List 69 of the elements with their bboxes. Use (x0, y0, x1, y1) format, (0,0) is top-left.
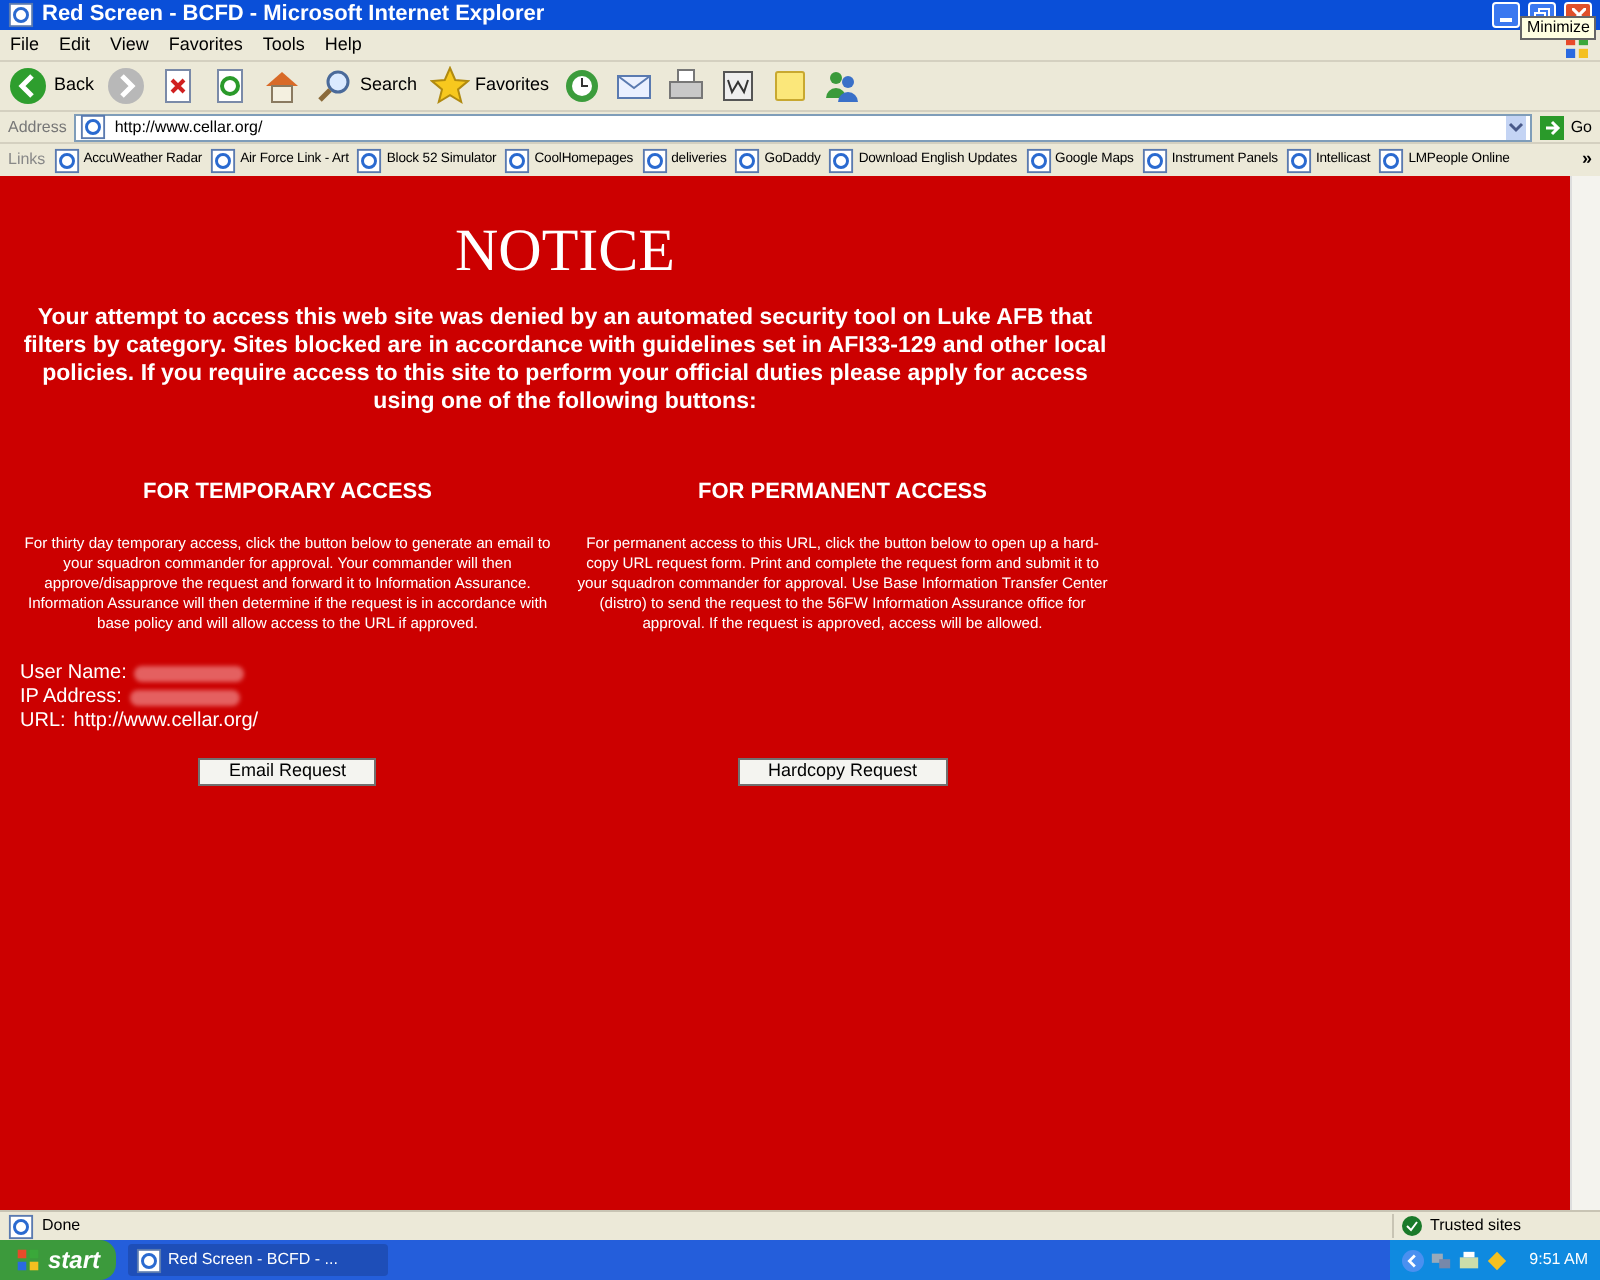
address-label: Address (8, 115, 67, 139)
start-button[interactable]: start (0, 1240, 117, 1280)
windows-logo-icon (1566, 36, 1588, 58)
windows-logo-icon (16, 1248, 40, 1272)
clock-icon (561, 66, 602, 106)
page-icon (1378, 147, 1405, 173)
back-button[interactable]: Back (8, 66, 95, 106)
page-icon (210, 147, 237, 173)
scrollbar[interactable] (1570, 176, 1600, 1210)
page-icon (641, 147, 668, 173)
links-label: Links (8, 148, 46, 172)
page-icon (136, 1247, 163, 1273)
menu-item[interactable]: Tools (252, 31, 315, 59)
info-label: URL: (20, 709, 66, 733)
home-button[interactable] (262, 66, 303, 106)
page-icon (504, 147, 531, 173)
document-icon (717, 66, 758, 106)
zone-text: Trusted sites (1430, 1214, 1521, 1238)
page-icon (1025, 147, 1052, 173)
star-icon (429, 66, 470, 106)
tooltip: Minimize (1520, 16, 1596, 40)
note-icon (769, 66, 810, 106)
minimize-button[interactable] (1492, 2, 1520, 28)
request-button[interactable]: Hardcopy Request (737, 757, 948, 785)
clock: 9:51 AM (1529, 1248, 1588, 1272)
menu-item[interactable]: File (0, 31, 50, 59)
window-title: Red Screen - BCFD - Microsoft Internet Explorer (42, 4, 547, 26)
search-button[interactable]: Search (314, 66, 418, 106)
arrow-icon (1540, 115, 1565, 139)
search-icon (314, 66, 355, 106)
messenger-button[interactable] (821, 66, 862, 106)
notice-text: Your attempt to access this web site was denied by an automated security tool on Luke AFB that filters by category. Sites blocked are in accordance with guidelines set in AFI33-129 and other local policies. If you require access to this site to perform your official duties please apply for access using one of the following buttons: (21, 304, 1109, 416)
status-text: Done (42, 1214, 83, 1238)
menu-item[interactable]: View (100, 31, 159, 59)
address-field[interactable]: http://www.cellar.org/ (74, 113, 1533, 141)
house-icon (262, 66, 303, 106)
section-heading: FOR TEMPORARY ACCESS (143, 478, 432, 508)
go-button[interactable]: Go (1540, 115, 1592, 139)
menu-item[interactable]: Favorites (158, 31, 253, 59)
more-links[interactable]: » (1581, 146, 1592, 174)
page-icon (828, 147, 855, 173)
minimize-icon (1500, 18, 1512, 22)
info-value: http://www.cellar.org/ (73, 709, 259, 733)
notice-heading: NOTICE (453, 216, 677, 288)
page-icon (1141, 147, 1168, 173)
section-heading: FOR PERMANENT ACCESS (698, 478, 987, 508)
page-icon (80, 114, 107, 140)
request-button[interactable]: Email Request (198, 757, 377, 785)
page-icon (1285, 147, 1312, 173)
favorites-button[interactable]: Favorites (429, 66, 550, 106)
dropdown-icon (1506, 115, 1527, 139)
chevron-icon (1401, 1249, 1424, 1271)
blurred-value (129, 689, 240, 705)
people-icon (821, 66, 862, 106)
menu-item[interactable]: Help (314, 31, 372, 59)
blurred-value (134, 665, 245, 681)
menu-item[interactable]: Edit (49, 31, 101, 59)
page-icon (8, 1213, 34, 1239)
page-icon (356, 147, 383, 173)
info-label: IP Address: (20, 685, 122, 709)
edit-button[interactable] (717, 66, 758, 106)
page-icon (8, 2, 34, 28)
check-icon (1402, 1216, 1422, 1236)
history-button[interactable] (561, 66, 602, 106)
info-label: User Name: (20, 661, 127, 685)
printer-icon (1457, 1249, 1480, 1271)
page-icon (734, 147, 761, 173)
taskbar-window-button[interactable]: Red Screen - BCFD - ... (128, 1244, 389, 1276)
page-icon (53, 147, 80, 173)
